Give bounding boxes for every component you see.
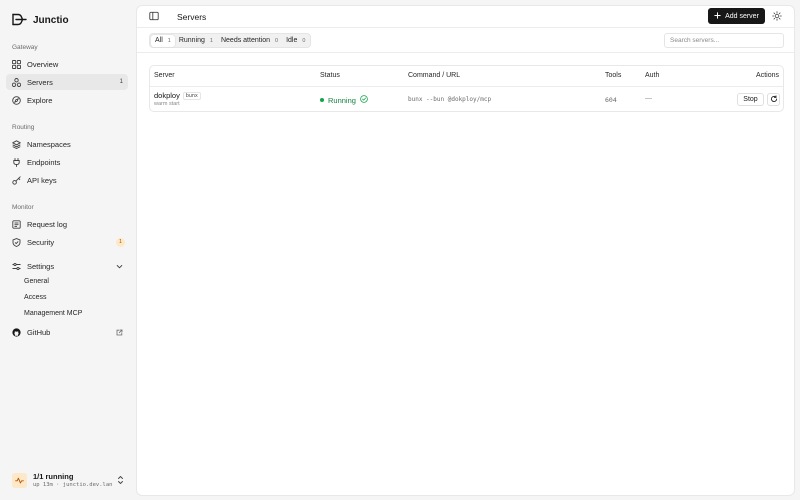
- servers-count: 1: [119, 79, 123, 85]
- gateway-status[interactable]: 1/1 running up 13m · junctio.dev.lan: [12, 470, 128, 490]
- add-server-label: Add server: [725, 12, 759, 20]
- add-server-button[interactable]: Add server: [708, 8, 765, 24]
- status-filter-tabs: All 1 Running 1 Needs attention 0 Idle 0: [149, 33, 312, 48]
- status-text: Running: [328, 95, 356, 105]
- sidebar-item-label: Servers: [27, 77, 53, 87]
- sidebar-item-explore[interactable]: Explore: [6, 92, 128, 108]
- filter-bar: All 1 Running 1 Needs attention 0 Idle 0: [137, 28, 794, 53]
- settings-sub-access[interactable]: Access: [24, 294, 47, 301]
- stop-button-wrapper: Stop: [737, 93, 764, 106]
- tab-idle[interactable]: Idle 0: [282, 35, 309, 47]
- compass-icon: [12, 95, 21, 105]
- tab-label: Idle: [286, 37, 298, 44]
- tab-label: Running: [178, 37, 205, 44]
- command-cell: bunx --bun @dokploy/mcp: [408, 96, 492, 103]
- auth-cell: —: [645, 95, 652, 102]
- restart-button[interactable]: [767, 93, 780, 106]
- tab-count: 1: [167, 37, 171, 44]
- security-badge: 1: [116, 237, 125, 247]
- tab-count: 0: [302, 37, 306, 44]
- sidebar-item-label: Security: [27, 237, 55, 247]
- tab-label: Needs attention: [220, 37, 271, 44]
- sidebar-item-label: API keys: [27, 175, 57, 185]
- column-header-status[interactable]: Status: [320, 72, 340, 79]
- server-name[interactable]: dokploy: [154, 91, 180, 100]
- sidebar-item-settings[interactable]: Settings: [6, 258, 128, 274]
- tab-label: All: [155, 37, 163, 44]
- column-header-server[interactable]: Server: [154, 72, 175, 79]
- settings-sub-general[interactable]: General: [24, 278, 49, 285]
- check-circle-icon: [360, 95, 368, 105]
- search-input[interactable]: [664, 33, 784, 48]
- sidebar-item-label: Endpoints: [27, 157, 61, 167]
- section-label-gateway: Gateway: [12, 44, 38, 51]
- sidebar-item-namespaces[interactable]: Namespaces: [6, 136, 128, 152]
- sidebar: Junctio Gateway Overview Servers 1 Explo…: [0, 0, 136, 500]
- sidebar-item-servers[interactable]: Servers 1: [6, 74, 128, 90]
- runtime-tag: bunx: [182, 92, 201, 100]
- github-icon: [12, 327, 21, 337]
- status-subtitle: up 13m · junctio.dev.lan: [33, 481, 113, 488]
- sidebar-item-label: Overview: [27, 59, 59, 69]
- stop-button[interactable]: Stop: [737, 93, 764, 106]
- grid-icon: [12, 59, 21, 69]
- section-label-routing: Routing: [12, 124, 35, 131]
- sidebar-item-label: Namespaces: [27, 139, 71, 149]
- settings-sub-management-mcp[interactable]: Management MCP: [24, 310, 82, 317]
- external-link-icon: [116, 329, 123, 336]
- refresh-icon: [770, 94, 778, 105]
- log-icon: [12, 219, 21, 229]
- status-title: 1/1 running: [33, 471, 74, 481]
- tab-running[interactable]: Running 1: [175, 35, 217, 47]
- tab-count: 1: [209, 37, 213, 44]
- server-start-mode: warm start: [154, 101, 180, 107]
- status-cell: Running: [320, 95, 368, 105]
- chevron-up-down-icon: [117, 475, 124, 485]
- sidebar-item-label: Settings: [27, 261, 55, 271]
- sidebar-item-request-log[interactable]: Request log: [6, 216, 128, 232]
- refresh-button-wrapper: [767, 93, 780, 106]
- sidebar-item-overview[interactable]: Overview: [6, 56, 128, 72]
- sidebar-item-label: Explore: [27, 95, 53, 105]
- servers-icon: [12, 77, 21, 87]
- app-name: Junctio: [33, 14, 69, 26]
- tab-all[interactable]: All 1: [151, 34, 175, 47]
- plus-icon: [714, 11, 721, 21]
- section-label-monitor: Monitor: [12, 204, 34, 211]
- sidebar-item-label: GitHub: [27, 327, 51, 337]
- column-header-tools[interactable]: Tools: [605, 72, 621, 79]
- sidebar-item-endpoints[interactable]: Endpoints: [6, 154, 128, 170]
- sidebar-toggle-icon[interactable]: [149, 11, 159, 21]
- tab-count: 0: [275, 37, 279, 44]
- key-icon: [12, 175, 21, 185]
- brand[interactable]: Junctio: [12, 12, 69, 28]
- layers-icon: [12, 139, 21, 149]
- server-cell: dokploy bunx warm start: [154, 91, 201, 107]
- column-header-command[interactable]: Command / URL: [408, 72, 460, 79]
- tools-count: 604: [605, 96, 617, 104]
- main-panel: Servers Add server All 1 Running 1 Needs…: [136, 5, 795, 496]
- page-title: Servers: [177, 12, 207, 22]
- servers-table: Server Status Command / URL Tools Auth A…: [149, 65, 784, 112]
- tab-needs-attention[interactable]: Needs attention 0: [217, 35, 282, 47]
- column-header-actions: Actions: [756, 72, 779, 79]
- topbar: Servers Add server: [137, 6, 794, 28]
- sidebar-item-security[interactable]: Security 1: [6, 234, 128, 250]
- sidebar-item-github[interactable]: GitHub: [6, 324, 128, 340]
- table-header: Server Status Command / URL Tools Auth A…: [150, 66, 783, 87]
- sidebar-item-label: Request log: [27, 219, 68, 229]
- sun-icon[interactable]: [772, 11, 782, 21]
- sliders-icon: [12, 262, 21, 271]
- chevron-down-icon: [116, 263, 123, 270]
- shield-icon: [12, 237, 21, 247]
- table-row[interactable]: dokploy bunx warm start Running bunx --bu…: [150, 87, 783, 111]
- column-header-auth[interactable]: Auth: [645, 72, 659, 79]
- activity-icon: [12, 472, 27, 488]
- plug-icon: [12, 157, 21, 167]
- status-dot: [320, 98, 324, 102]
- sidebar-item-api-keys[interactable]: API keys: [6, 172, 128, 188]
- junctio-logo-icon: [12, 13, 27, 28]
